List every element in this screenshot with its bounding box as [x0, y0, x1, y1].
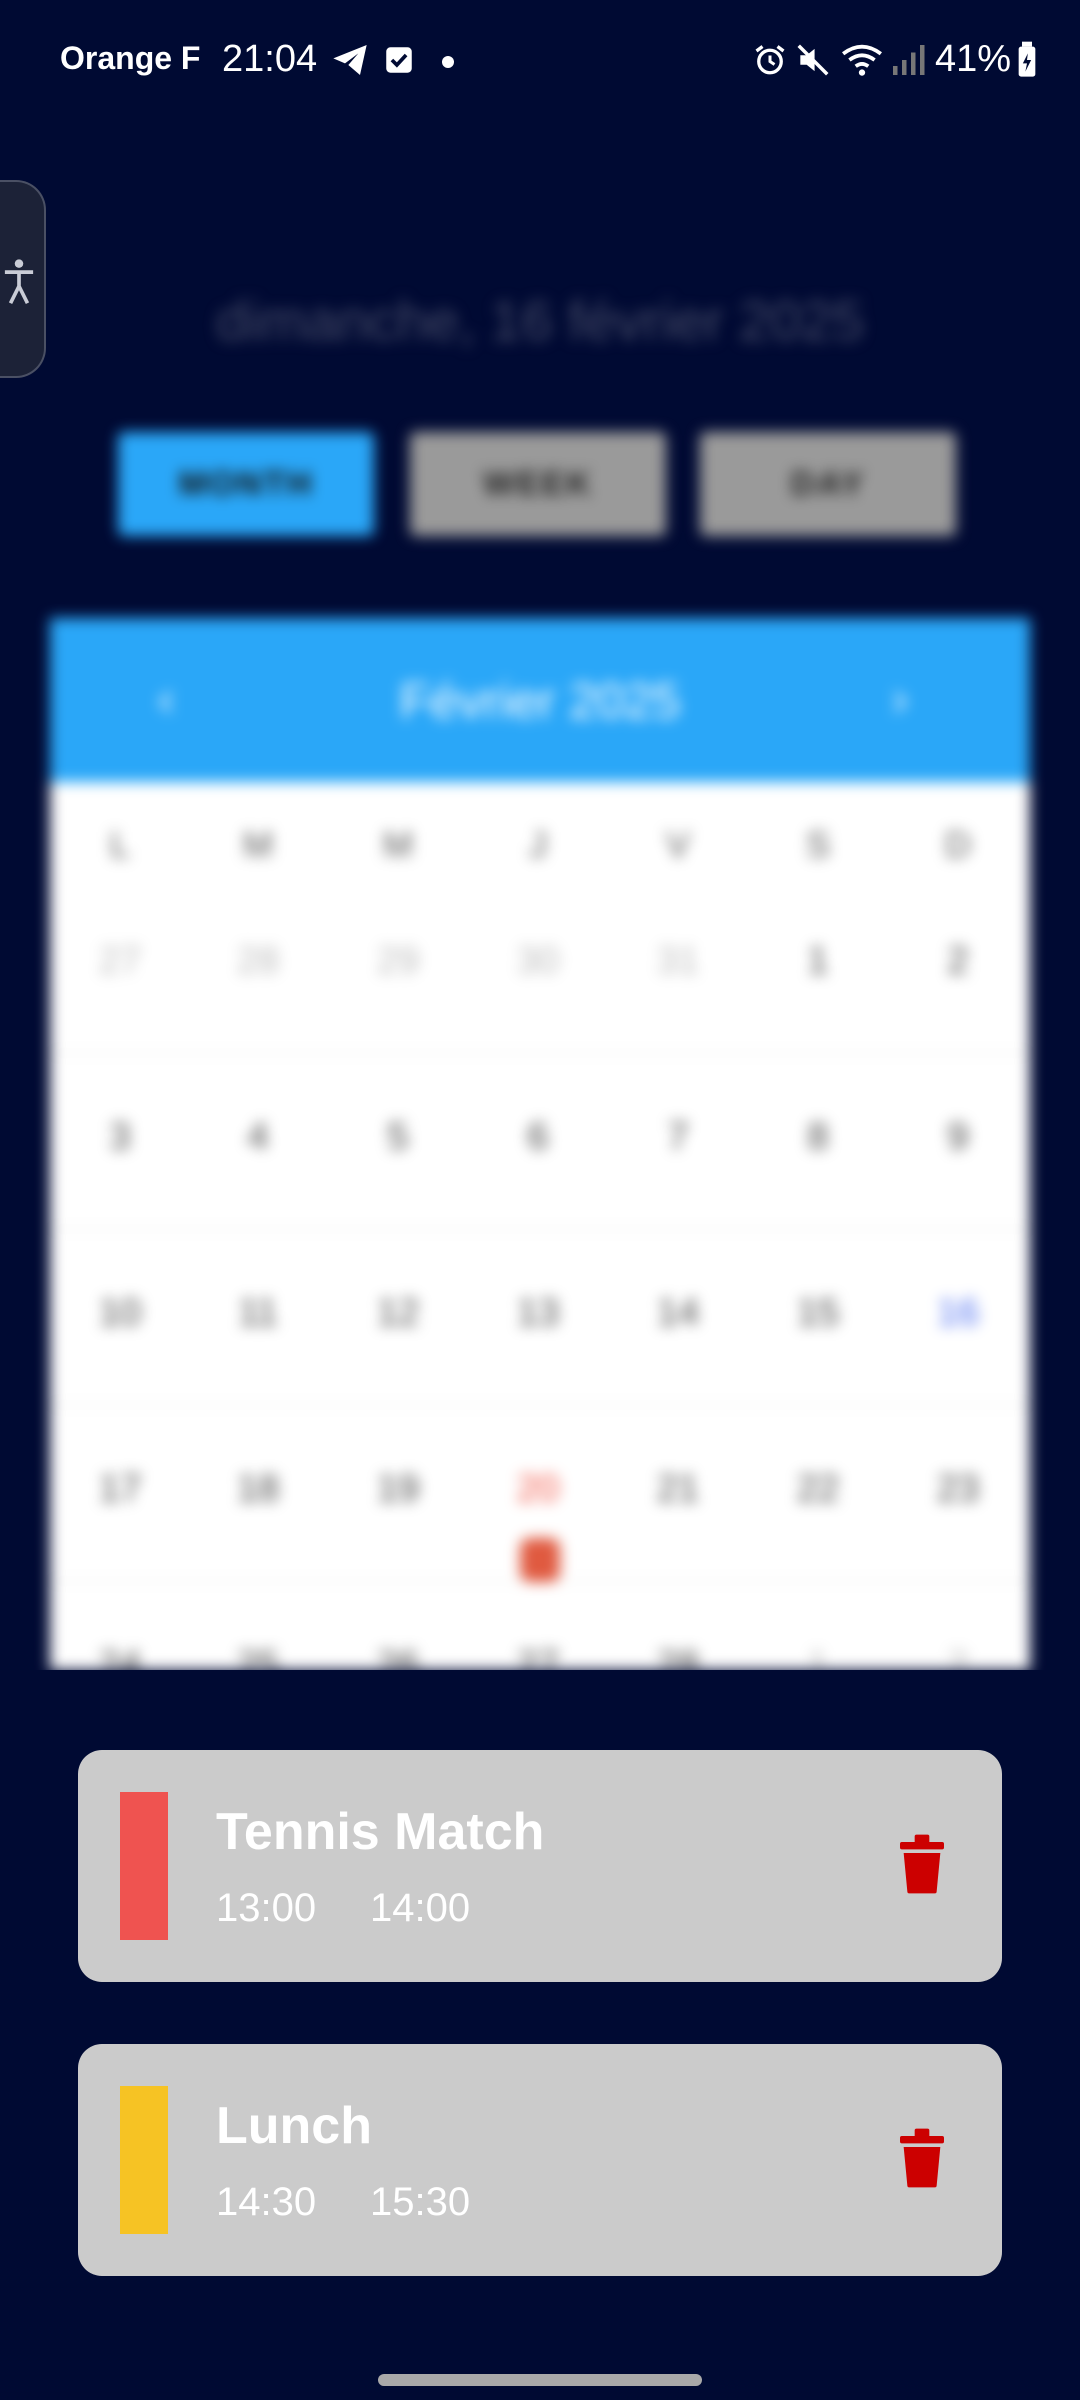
calendar-day[interactable]: 2 — [918, 940, 998, 983]
calendar-day[interactable]: 6 — [498, 1116, 578, 1159]
calendar-day[interactable]: 27 — [80, 940, 160, 983]
calendar-day[interactable]: 19 — [358, 1468, 438, 1511]
calendar-day[interactable]: 24 — [80, 1644, 160, 1670]
calendar-day[interactable]: 3 — [80, 1116, 160, 1159]
calendar-day[interactable]: 13 — [498, 1292, 578, 1335]
calendar-day[interactable]: 2 — [918, 1644, 998, 1670]
weekday-header: D — [945, 824, 971, 865]
event-start-time: 13:00 — [216, 1886, 317, 1930]
calendar-day[interactable]: 5 — [358, 1116, 438, 1159]
event-end-time: 15:30 — [370, 2180, 471, 2224]
calendar-day[interactable]: 12 — [358, 1292, 438, 1335]
calendar-day[interactable]: 8 — [778, 1116, 858, 1159]
calendar-day[interactable]: 17 — [80, 1468, 160, 1511]
calendar-day[interactable]: 7 — [638, 1116, 718, 1159]
event-color-bar — [120, 2086, 168, 2234]
calendar-day[interactable]: 28 — [638, 1644, 718, 1670]
calendar-day[interactable]: 31 — [638, 940, 718, 983]
delete-icon[interactable] — [900, 2128, 944, 2188]
week-divider — [50, 1404, 1030, 1406]
weekday-header: M — [383, 824, 413, 865]
selected-date-heading: dimanche, 16 février 2025 — [216, 289, 864, 352]
calendar-day[interactable]: 18 — [218, 1468, 298, 1511]
month-view-button[interactable]: MONTH — [118, 432, 374, 536]
calendar-day[interactable]: 22 — [778, 1468, 858, 1511]
calendar-day[interactable]: 27 — [498, 1644, 578, 1670]
weekday-header: V — [665, 824, 690, 865]
event-color-bar — [120, 1792, 168, 1940]
weekday-header: L — [109, 824, 131, 865]
calendar-day[interactable]: 28 — [218, 940, 298, 983]
calendar-day[interactable]: 25 — [218, 1644, 298, 1670]
event-card[interactable]: Tennis Match 13:00 14:00 — [78, 1750, 1002, 1982]
delete-icon[interactable] — [900, 1834, 944, 1894]
event-card[interactable]: Lunch 14:30 15:30 — [78, 2044, 1002, 2276]
month-calendar: ‹ Février 2025 › L M M J V S D 27 28 29 30 31 1 2 3 4 5 6… — [50, 618, 1030, 1670]
calendar-day[interactable]: 14 — [638, 1292, 718, 1335]
event-start-time: 14:30 — [216, 2180, 317, 2224]
week-view-button[interactable]: WEEK — [410, 432, 666, 536]
weekday-header: S — [805, 824, 830, 865]
calendar-day[interactable]: 30 — [498, 940, 578, 983]
calendar-screen: dimanche, 16 février 2025 MONTH WEEK DAY… — [0, 0, 1080, 1670]
calendar-day[interactable]: 11 — [218, 1292, 298, 1335]
event-marker — [520, 1538, 560, 1582]
event-title: Tennis Match — [216, 1803, 545, 1861]
weekday-header: M — [243, 824, 273, 865]
calendar-day[interactable]: 23 — [918, 1468, 998, 1511]
event-end-time: 14:00 — [370, 1886, 471, 1930]
weekday-header: J — [529, 824, 547, 865]
calendar-day[interactable]: 1 — [778, 940, 858, 983]
next-month-button[interactable]: › — [892, 672, 908, 727]
day-view-button[interactable]: DAY — [700, 432, 956, 536]
calendar-day[interactable]: 26 — [358, 1644, 438, 1670]
calendar-day[interactable]: 20 — [498, 1468, 578, 1511]
calendar-day[interactable]: 15 — [778, 1292, 858, 1335]
home-indicator[interactable] — [378, 2374, 702, 2386]
calendar-day[interactable]: 4 — [218, 1116, 298, 1159]
calendar-month-title: Février 2025 — [399, 673, 681, 729]
calendar-header: ‹ Février 2025 › — [50, 618, 1030, 782]
events-panel: Tennis Match 13:00 14:00 Lunch 14:30 15:… — [0, 1670, 1080, 2360]
calendar-day[interactable]: 10 — [80, 1292, 160, 1335]
week-divider — [50, 1052, 1030, 1054]
calendar-day[interactable]: 21 — [638, 1468, 718, 1511]
calendar-day[interactable]: 1 — [778, 1644, 858, 1670]
week-divider — [50, 1228, 1030, 1230]
calendar-day[interactable]: 16 — [918, 1292, 998, 1335]
calendar-day[interactable]: 29 — [358, 940, 438, 983]
calendar-day[interactable]: 9 — [918, 1116, 998, 1159]
event-title: Lunch — [216, 2097, 372, 2155]
